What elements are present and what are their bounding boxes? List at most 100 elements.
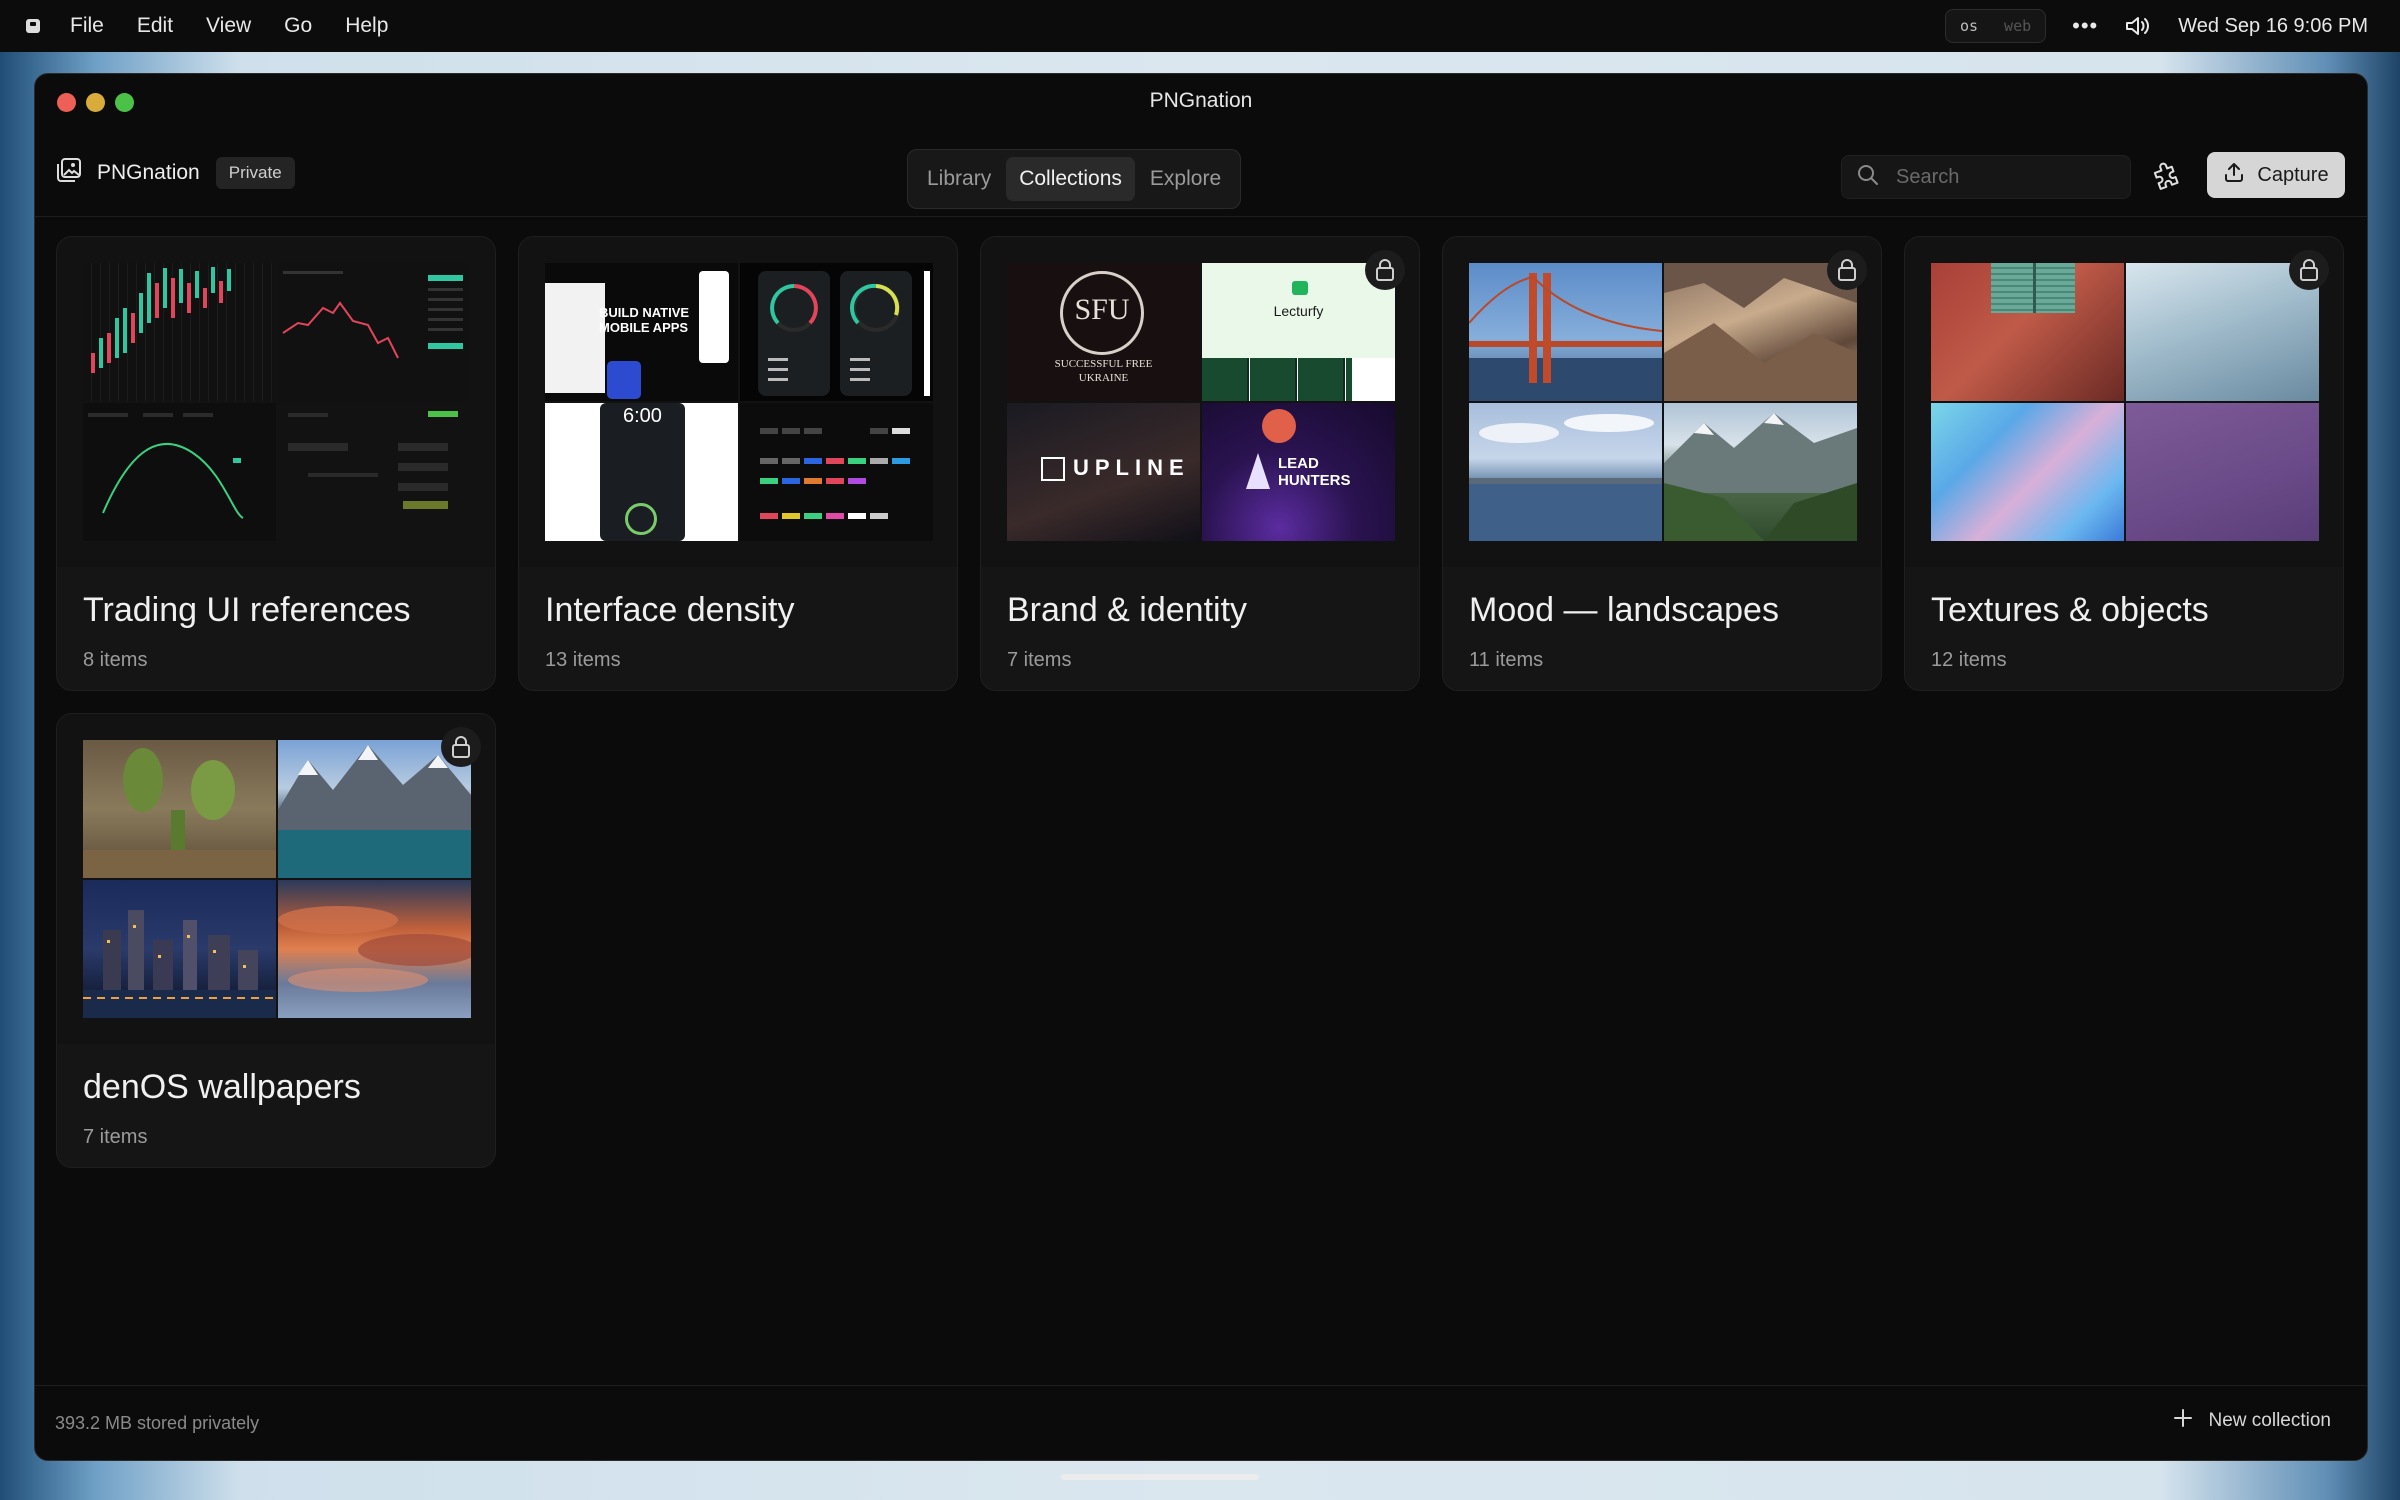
build-native-text: BUILD NATIVE MOBILE APPS: [599, 305, 690, 335]
thumb-mobile-apps-poster: BUILD NATIVE MOBILE APPS: [545, 263, 738, 401]
thumb-red-wall-shutter: [1931, 263, 2124, 401]
collection-title: Brand & identity: [1007, 591, 1248, 629]
window-title: PNGnation: [1149, 89, 1253, 112]
thumb-lecturfy-brand: Lecturfy: [1202, 263, 1395, 401]
app-brand: PNGnation Private: [55, 156, 295, 190]
thumb-blue-fabric: [2126, 263, 2319, 401]
collection-thumbnail: [1905, 237, 2343, 567]
upload-icon: [2223, 161, 2245, 189]
menu-edit[interactable]: Edit: [137, 14, 173, 38]
home-indicator: [1061, 1474, 1259, 1480]
extensions-icon[interactable]: [2152, 162, 2182, 197]
collection-title: Interface density: [545, 591, 795, 629]
menu-bar: File Edit View Go Help os web ••• Wed Se…: [0, 0, 2400, 52]
collection-thumbnail: BUILD NATIVE MOBILE APPS 6:00: [519, 237, 957, 567]
menu-view[interactable]: View: [206, 14, 251, 38]
sfu-caption: SUCCESSFUL FREE UKRAINE: [1054, 358, 1153, 384]
thumb-lead-hunters-brand: LEAD HUNTERS: [1202, 403, 1395, 541]
collection-count: 13 items: [545, 649, 621, 671]
more-menu-icon[interactable]: •••: [2072, 13, 2098, 39]
thumb-lake-clouds: [1469, 403, 1662, 541]
search-box: [1841, 155, 2131, 199]
collection-title: Mood — landscapes: [1469, 591, 1779, 629]
collection-thumbnail: SFU SUCCESSFUL FREE UKRAINE Lecturfy UPL…: [981, 237, 1419, 567]
collection-count: 8 items: [83, 649, 148, 671]
os-option[interactable]: os: [1960, 17, 1978, 35]
sfu-text: SFU: [1074, 293, 1130, 326]
app-window: PNGnation PNGnation Private Library Coll…: [34, 73, 2368, 1461]
view-tabs: Library Collections Explore: [907, 149, 1242, 209]
collection-card-mood-landscapes[interactable]: Mood — landscapes 11 items: [1442, 236, 1882, 691]
new-collection-button[interactable]: New collection: [2173, 1408, 2332, 1434]
collection-card-trading-ui[interactable]: Trading UI references 8 items: [56, 236, 496, 691]
lock-icon: [2289, 250, 2329, 290]
menu-go[interactable]: Go: [284, 14, 312, 38]
thumb-desert-dunes: [1664, 263, 1857, 401]
menu-clock[interactable]: Wed Sep 16 9:06 PM: [2178, 15, 2368, 38]
web-option[interactable]: web: [2004, 17, 2031, 35]
thumbnail-mosaic: SFU SUCCESSFUL FREE UKRAINE Lecturfy UPL…: [1007, 263, 1395, 541]
collection-card-interface-density[interactable]: BUILD NATIVE MOBILE APPS 6:00 Interface …: [518, 236, 958, 691]
thumb-cactus: [83, 740, 276, 878]
thumb-alpine-valley: [1664, 403, 1857, 541]
thumb-iridescent-wave: [1931, 403, 2124, 541]
collection-title: denOS wallpapers: [83, 1068, 361, 1106]
gallery-icon: [55, 156, 83, 190]
tab-collections[interactable]: Collections: [1006, 157, 1135, 201]
new-collection-label: New collection: [2208, 1410, 2332, 1431]
collection-thumbnail: [57, 237, 495, 567]
thumbnail-mosaic: BUILD NATIVE MOBILE APPS 6:00: [545, 263, 933, 541]
privacy-badge: Private: [215, 157, 295, 189]
thumb-gauge-widgets: [740, 263, 933, 401]
collection-thumbnail: [57, 714, 495, 1044]
storage-status: 393.2 MB stored privately: [55, 1413, 260, 1433]
collection-card-brand-identity[interactable]: SFU SUCCESSFUL FREE UKRAINE Lecturfy UPL…: [980, 236, 1420, 691]
collection-count: 12 items: [1931, 649, 2007, 671]
collection-count: 11 items: [1469, 649, 1544, 671]
title-bar[interactable]: PNGnation: [35, 74, 2367, 132]
tab-library[interactable]: Library: [914, 157, 1004, 201]
status-footer: 393.2 MB stored privately New collection: [35, 1385, 2367, 1460]
plus-icon: [2173, 1408, 2193, 1434]
collection-card-denos-wallpapers[interactable]: denOS wallpapers 7 items: [56, 713, 496, 1168]
phone-time-text: 6:00: [623, 405, 662, 427]
lead-hunters-text: LEAD HUNTERS: [1278, 455, 1351, 489]
collection-count: 7 items: [1007, 649, 1072, 671]
collection-card-textures-objects[interactable]: Textures & objects 12 items: [1904, 236, 2344, 691]
thumb-phone-mockup: 6:00: [545, 403, 738, 541]
os-web-toggle[interactable]: os web: [1944, 9, 2047, 43]
volume-icon[interactable]: [2124, 14, 2152, 38]
menu-help[interactable]: Help: [345, 14, 388, 38]
thumb-upline-brand: UPLINE: [1007, 403, 1200, 541]
toolbar: PNGnation Private Library Collections Ex…: [35, 132, 2367, 217]
thumbnail-mosaic: [1931, 263, 2319, 541]
thumbnail-mosaic: [83, 740, 471, 1018]
thumb-sunset-clouds: [278, 880, 471, 1018]
thumb-price-chart: [278, 263, 471, 401]
menu-bar-status: os web ••• Wed Sep 16 9:06 PM: [1944, 0, 2368, 52]
system-menu-icon[interactable]: [26, 19, 40, 33]
lecturfy-text: Lecturfy: [1273, 303, 1324, 319]
collection-title: Trading UI references: [83, 591, 411, 629]
thumb-purple-texture: [2126, 403, 2319, 541]
search-input[interactable]: [1894, 164, 2118, 190]
menu-file[interactable]: File: [70, 14, 104, 38]
lock-icon: [1827, 250, 1867, 290]
lock-icon: [441, 727, 481, 767]
collection-thumbnail: [1443, 237, 1881, 567]
upline-text: UPLINE: [1073, 455, 1190, 480]
capture-label: Capture: [2257, 163, 2329, 186]
thumbnail-mosaic: [1469, 263, 1857, 541]
thumb-sfu-logo: SFU SUCCESSFUL FREE UKRAINE: [1007, 263, 1200, 401]
capture-button[interactable]: Capture: [2207, 152, 2345, 198]
thumb-mountain-lake: [278, 740, 471, 878]
thumb-city-night: [83, 880, 276, 1018]
thumbnail-mosaic: [83, 263, 471, 541]
app-name: PNGnation: [97, 161, 200, 184]
thumb-order-form: [278, 403, 471, 541]
thumb-candlestick-chart: [83, 263, 276, 401]
tab-explore[interactable]: Explore: [1137, 157, 1234, 201]
collection-title: Textures & objects: [1931, 591, 2209, 629]
thumb-color-palette: [740, 403, 933, 541]
thumb-golden-gate: [1469, 263, 1662, 401]
